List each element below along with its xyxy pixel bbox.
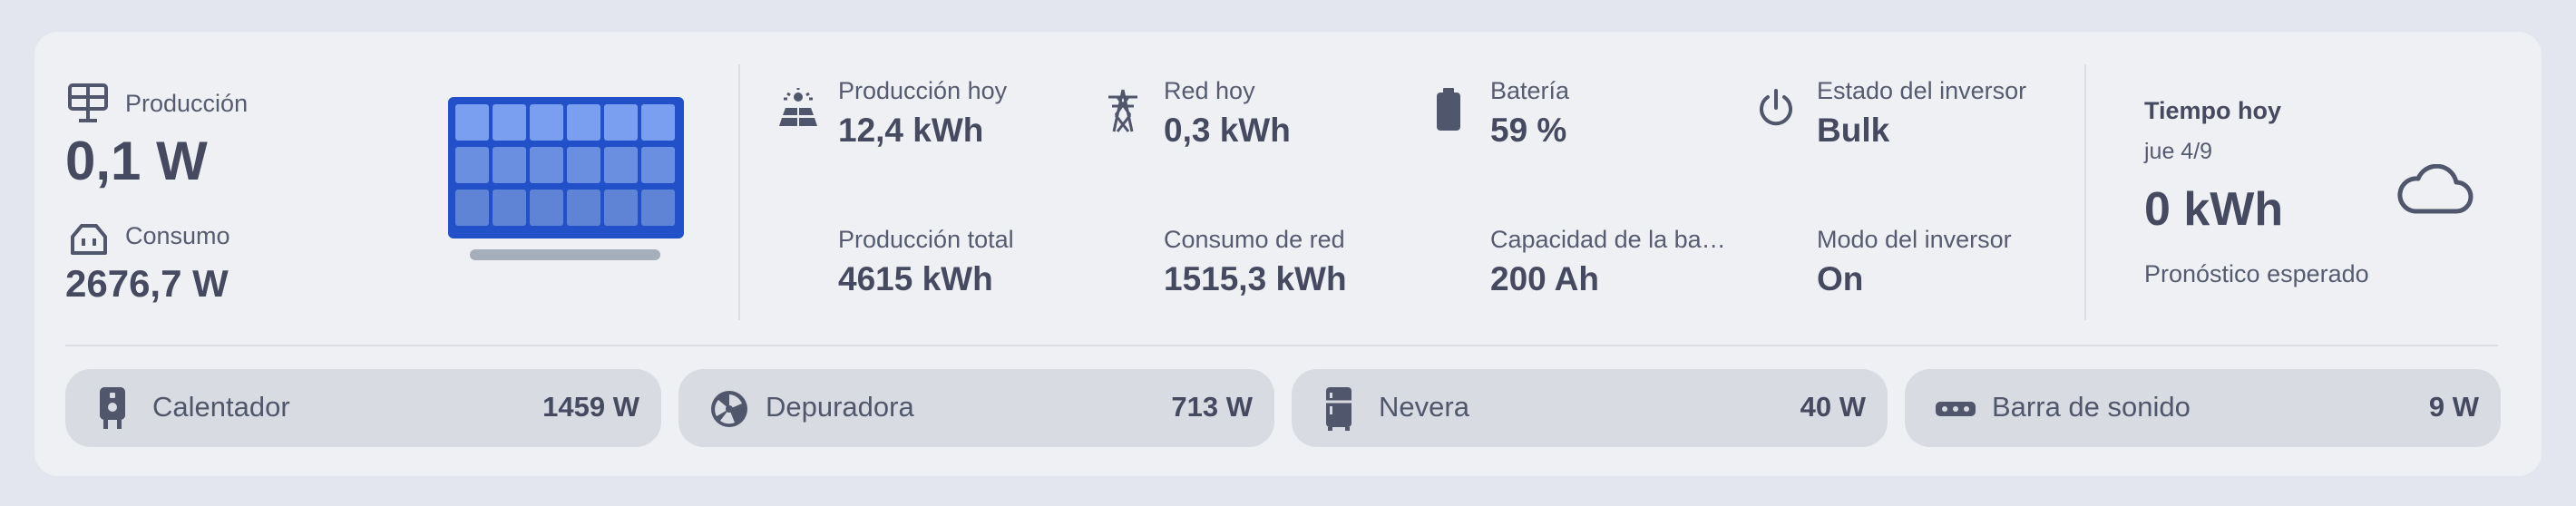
device-chip-depuradora[interactable]: Depuradora 713 W (678, 369, 1274, 447)
solar-cell (455, 147, 489, 183)
transmission-tower-icon (1108, 89, 1137, 132)
fridge-icon (1326, 387, 1351, 431)
solar-cell (530, 104, 563, 141)
solar-cell (604, 104, 638, 141)
device-value: 713 W (1171, 391, 1253, 423)
divider-left (738, 64, 740, 320)
battery-icon (1437, 88, 1460, 131)
stat-label: Modo del inversor (1817, 226, 2012, 253)
solar-cell (493, 147, 526, 183)
stat-value: Bulk (1817, 112, 1890, 149)
cloud-icon (2397, 164, 2474, 214)
solar-cell (530, 190, 563, 226)
power-socket-icon (71, 224, 107, 255)
stat-value: 12,4 kWh (838, 112, 984, 149)
pump-icon (711, 391, 747, 427)
stat-value: 1515,3 kWh (1164, 260, 1347, 297)
solar-cell (567, 190, 600, 226)
weather-date: jue 4/9 (2144, 139, 2213, 164)
stat-label: Consumo de red (1164, 226, 1345, 253)
divider-horizontal (65, 345, 2498, 346)
stat-label: Red hoy (1164, 77, 1255, 104)
consumption-value: 2676,7 W (65, 262, 229, 305)
divider-right (2084, 64, 2086, 320)
stat-value: 4615 kWh (838, 260, 993, 297)
weather-value: 0 kWh (2144, 183, 2284, 236)
stat-value: 0,3 kWh (1164, 112, 1291, 149)
device-value: 1459 W (542, 391, 639, 423)
solar-power-icon (779, 88, 817, 126)
water-heater-icon (100, 387, 125, 429)
solar-cell (493, 104, 526, 141)
solar-cell (530, 147, 563, 183)
stat-label: Batería (1490, 77, 1570, 104)
weather-title: Tiempo hoy (2144, 97, 2282, 124)
device-name: Barra de sonido (1992, 391, 2191, 423)
solar-cell (567, 147, 600, 183)
production-label: Producción (125, 90, 249, 117)
stat-value: 59 % (1490, 112, 1567, 149)
solar-cell (641, 104, 675, 141)
device-value: 40 W (1800, 391, 1866, 423)
solar-cell (455, 190, 489, 226)
device-name: Depuradora (766, 391, 914, 423)
consumption-label: Consumo (125, 222, 230, 249)
soundbar-icon (1936, 402, 1976, 416)
stat-label: Estado del inversor (1817, 77, 2027, 104)
device-value: 9 W (2428, 391, 2479, 423)
device-name: Calentador (152, 391, 290, 423)
solar-cell (604, 190, 638, 226)
solar-cell (641, 147, 675, 183)
solar-cell (493, 190, 526, 226)
device-chip-calentador[interactable]: Calentador 1459 W (65, 369, 661, 447)
device-chip-nevera[interactable]: Nevera 40 W (1292, 369, 1888, 447)
stat-label: Producción hoy (838, 77, 1008, 104)
solar-panel-illustration (448, 97, 684, 260)
energy-card: Producción 0,1 W Consumo 2676,7 W Produc… (34, 32, 2542, 476)
solar-cell (641, 190, 675, 226)
power-icon (1760, 89, 1792, 126)
device-chip-barra-de-sonido[interactable]: Barra de sonido 9 W (1905, 369, 2501, 447)
solar-panel-icon (68, 83, 108, 122)
stat-value: On (1817, 260, 1864, 297)
stat-value: 200 Ah (1490, 260, 1599, 297)
solar-cell (604, 147, 638, 183)
solar-cell (455, 104, 489, 141)
production-value: 0,1 W (65, 131, 208, 191)
device-name: Nevera (1379, 391, 1469, 423)
weather-forecast: Pronóstico esperado (2144, 260, 2369, 287)
stat-label: Capacidad de la ba… (1490, 226, 1726, 253)
stat-label: Producción total (838, 226, 1014, 253)
solar-cell (567, 104, 600, 141)
